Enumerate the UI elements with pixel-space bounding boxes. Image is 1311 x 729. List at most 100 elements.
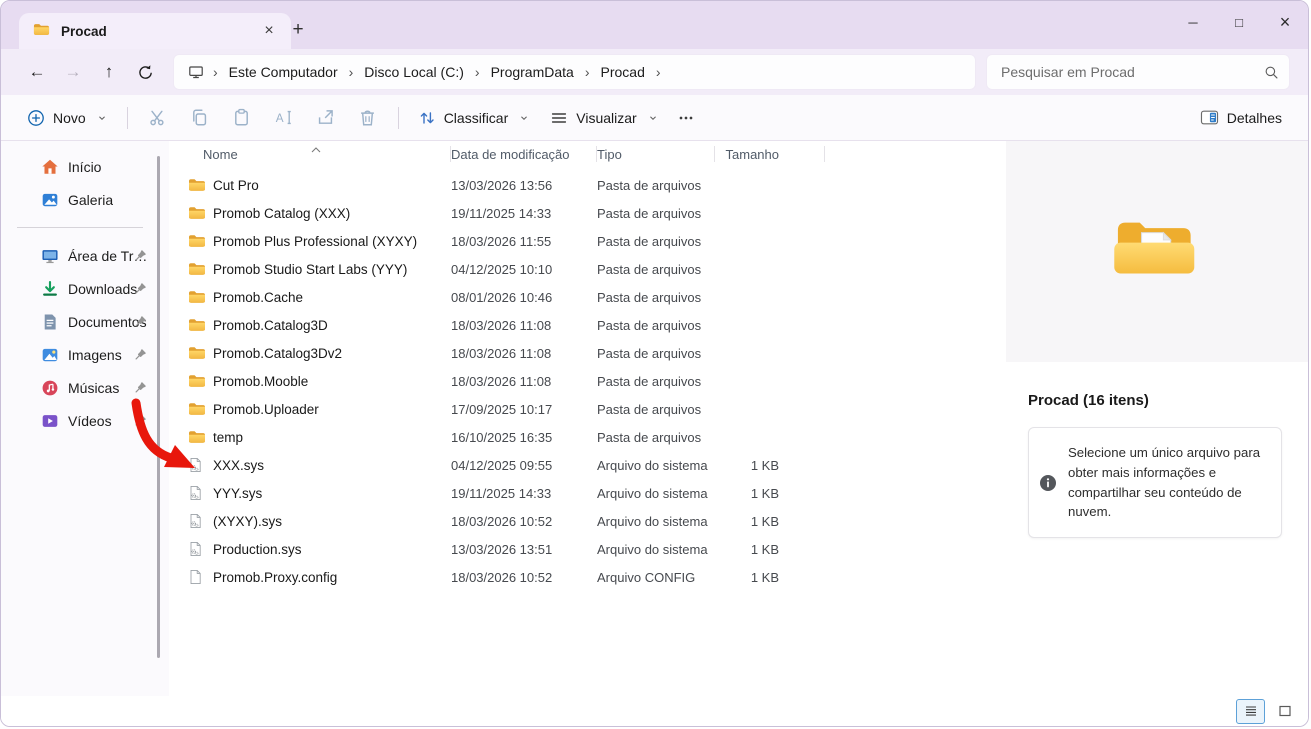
refresh-button[interactable] — [127, 55, 163, 89]
file-type: Pasta de arquivos — [597, 430, 715, 445]
view-lines-icon — [550, 109, 568, 127]
file-row[interactable]: YYY.sys 19/11/2025 14:33 Arquivo do sist… — [169, 479, 1006, 507]
tab-title: Procad — [61, 24, 245, 39]
sidebar-scrollbar[interactable] — [157, 156, 160, 658]
rename-button[interactable]: A — [263, 101, 305, 135]
column-header-type[interactable]: Tipo — [597, 141, 715, 167]
column-header-size[interactable]: Tamanho — [715, 141, 825, 167]
column-header-name[interactable]: Nome — [169, 141, 451, 167]
paste-button[interactable] — [221, 101, 263, 135]
pin-icon — [134, 348, 147, 361]
sort-button[interactable]: Classificar — [408, 101, 541, 135]
chevron-down-icon — [518, 112, 530, 124]
file-type: Pasta de arquivos — [597, 178, 715, 193]
maximize-button[interactable]: □ — [1216, 1, 1262, 43]
breadcrumb: › Este Computador›Disco Local (C:)›Progr… — [173, 54, 976, 90]
minimize-button[interactable]: ─ — [1170, 1, 1216, 43]
sidebar-item-documents[interactable]: Documentos — [17, 305, 163, 338]
column-header-date[interactable]: Data de modificação — [451, 141, 597, 167]
folder-icon — [188, 317, 206, 333]
details-title: Procad (16 itens) — [1028, 392, 1308, 409]
breadcrumb-item[interactable]: Este Computador — [221, 61, 346, 83]
file-row[interactable]: Promob.Cache 08/01/2026 10:46 Pasta de a… — [169, 283, 1006, 311]
file-date: 18/03/2026 10:52 — [451, 514, 597, 529]
chevron-right-icon: › — [582, 64, 593, 80]
search-box — [986, 54, 1290, 90]
view-button[interactable]: Visualizar — [540, 101, 668, 135]
up-button[interactable]: ↑ — [91, 55, 127, 89]
file-type: Arquivo do sistema — [597, 458, 715, 473]
back-button[interactable]: ← — [19, 55, 55, 89]
sidebar-item-gallery[interactable]: Galeria — [17, 183, 163, 216]
file-type: Arquivo do sistema — [597, 542, 715, 557]
file-row[interactable]: Promob.Mooble 18/03/2026 11:08 Pasta de … — [169, 367, 1006, 395]
this-pc-icon[interactable] — [182, 58, 210, 86]
sidebar-item-desktop[interactable]: Área de Trabalho — [17, 239, 163, 272]
sidebar-item-music[interactable]: Músicas — [17, 371, 163, 404]
status-bar — [1, 696, 1308, 726]
file-date: 18/03/2026 11:08 — [451, 318, 597, 333]
file-type: Pasta de arquivos — [597, 402, 715, 417]
file-row[interactable]: Cut Pro 13/03/2026 13:56 Pasta de arquiv… — [169, 171, 1006, 199]
title-bar: Procad × + ─ □ × — [1, 1, 1308, 49]
forward-button[interactable]: → — [55, 55, 91, 89]
pin-icon — [134, 381, 147, 394]
share-button[interactable] — [305, 101, 347, 135]
file-row[interactable]: Promob.Catalog3D 18/03/2026 11:08 Pasta … — [169, 311, 1006, 339]
file-date: 08/01/2026 10:46 — [451, 290, 597, 305]
more-options-button[interactable] — [669, 101, 703, 135]
details-pane-icon — [1200, 108, 1219, 127]
file-type: Arquivo do sistema — [597, 514, 715, 529]
info-card: Selecione um único arquivo para obter ma… — [1028, 427, 1282, 538]
chevron-right-icon: › — [472, 64, 483, 80]
chevron-right-icon: › — [210, 64, 221, 80]
sidebar-item-home[interactable]: Início — [17, 150, 163, 183]
file-row[interactable]: Promob.Uploader 17/09/2025 10:17 Pasta d… — [169, 395, 1006, 423]
file-row[interactable]: temp 16/10/2025 16:35 Pasta de arquivos — [169, 423, 1006, 451]
file-row[interactable]: Production.sys 13/03/2026 13:51 Arquivo … — [169, 535, 1006, 563]
file-row[interactable]: Promob.Catalog3Dv2 18/03/2026 11:08 Past… — [169, 339, 1006, 367]
sidebar-item-videos[interactable]: Vídeos — [17, 404, 163, 437]
file-date: 04/12/2025 09:55 — [451, 458, 597, 473]
close-button[interactable]: × — [1262, 1, 1308, 43]
sidebar-item-downloads[interactable]: Downloads — [17, 272, 163, 305]
file-row[interactable]: XXX.sys 04/12/2025 09:55 Arquivo do sist… — [169, 451, 1006, 479]
preview-area — [1006, 141, 1308, 362]
config-file-icon — [188, 569, 206, 585]
tab-close-icon[interactable]: × — [255, 19, 283, 43]
file-type: Pasta de arquivos — [597, 262, 715, 277]
delete-button[interactable] — [347, 101, 389, 135]
file-row[interactable]: Promob Catalog (XXX) 19/11/2025 14:33 Pa… — [169, 199, 1006, 227]
details-view-toggle[interactable] — [1236, 699, 1265, 724]
file-row[interactable]: (XYXY).sys 18/03/2026 10:52 Arquivo do s… — [169, 507, 1006, 535]
breadcrumb-item[interactable]: Procad — [593, 61, 653, 83]
sidebar-item-images[interactable]: Imagens — [17, 338, 163, 371]
folder-icon — [188, 177, 206, 193]
cut-button[interactable] — [137, 101, 179, 135]
search-input[interactable] — [999, 63, 1264, 81]
search-icon — [1264, 65, 1279, 80]
file-row[interactable]: Promob Studio Start Labs (YYY) 04/12/202… — [169, 255, 1006, 283]
file-date: 19/11/2025 14:33 — [451, 206, 597, 221]
file-explorer-window: Procad × + ─ □ × ← → ↑ › Este Computador… — [0, 0, 1309, 727]
copy-button[interactable] — [179, 101, 221, 135]
file-row[interactable]: Promob Plus Professional (XYXY) 18/03/20… — [169, 227, 1006, 255]
file-type: Pasta de arquivos — [597, 346, 715, 361]
new-tab-button[interactable]: + — [283, 16, 313, 44]
icons-view-toggle[interactable] — [1270, 699, 1299, 724]
explorer-tab[interactable]: Procad × — [19, 13, 291, 49]
breadcrumb-item[interactable]: Disco Local (C:) — [356, 61, 472, 83]
pin-icon — [134, 249, 147, 262]
breadcrumb-item[interactable]: ProgramData — [483, 61, 582, 83]
file-row[interactable]: Promob.Proxy.config 18/03/2026 10:52 Arq… — [169, 563, 1006, 591]
folder-icon — [188, 233, 206, 249]
file-type: Pasta de arquivos — [597, 290, 715, 305]
sort-ascending-icon — [311, 141, 321, 156]
info-text: Selecione um único arquivo para obter ma… — [1068, 443, 1271, 522]
images-icon — [41, 346, 59, 364]
file-size: 1 KB — [715, 542, 825, 557]
details-pane-button[interactable]: Detalhes — [1190, 101, 1292, 135]
new-button[interactable]: Novo — [17, 101, 118, 135]
sort-arrows-icon — [418, 109, 436, 127]
sidebar: Início Galeria Área de Trabalho Download… — [1, 141, 169, 696]
